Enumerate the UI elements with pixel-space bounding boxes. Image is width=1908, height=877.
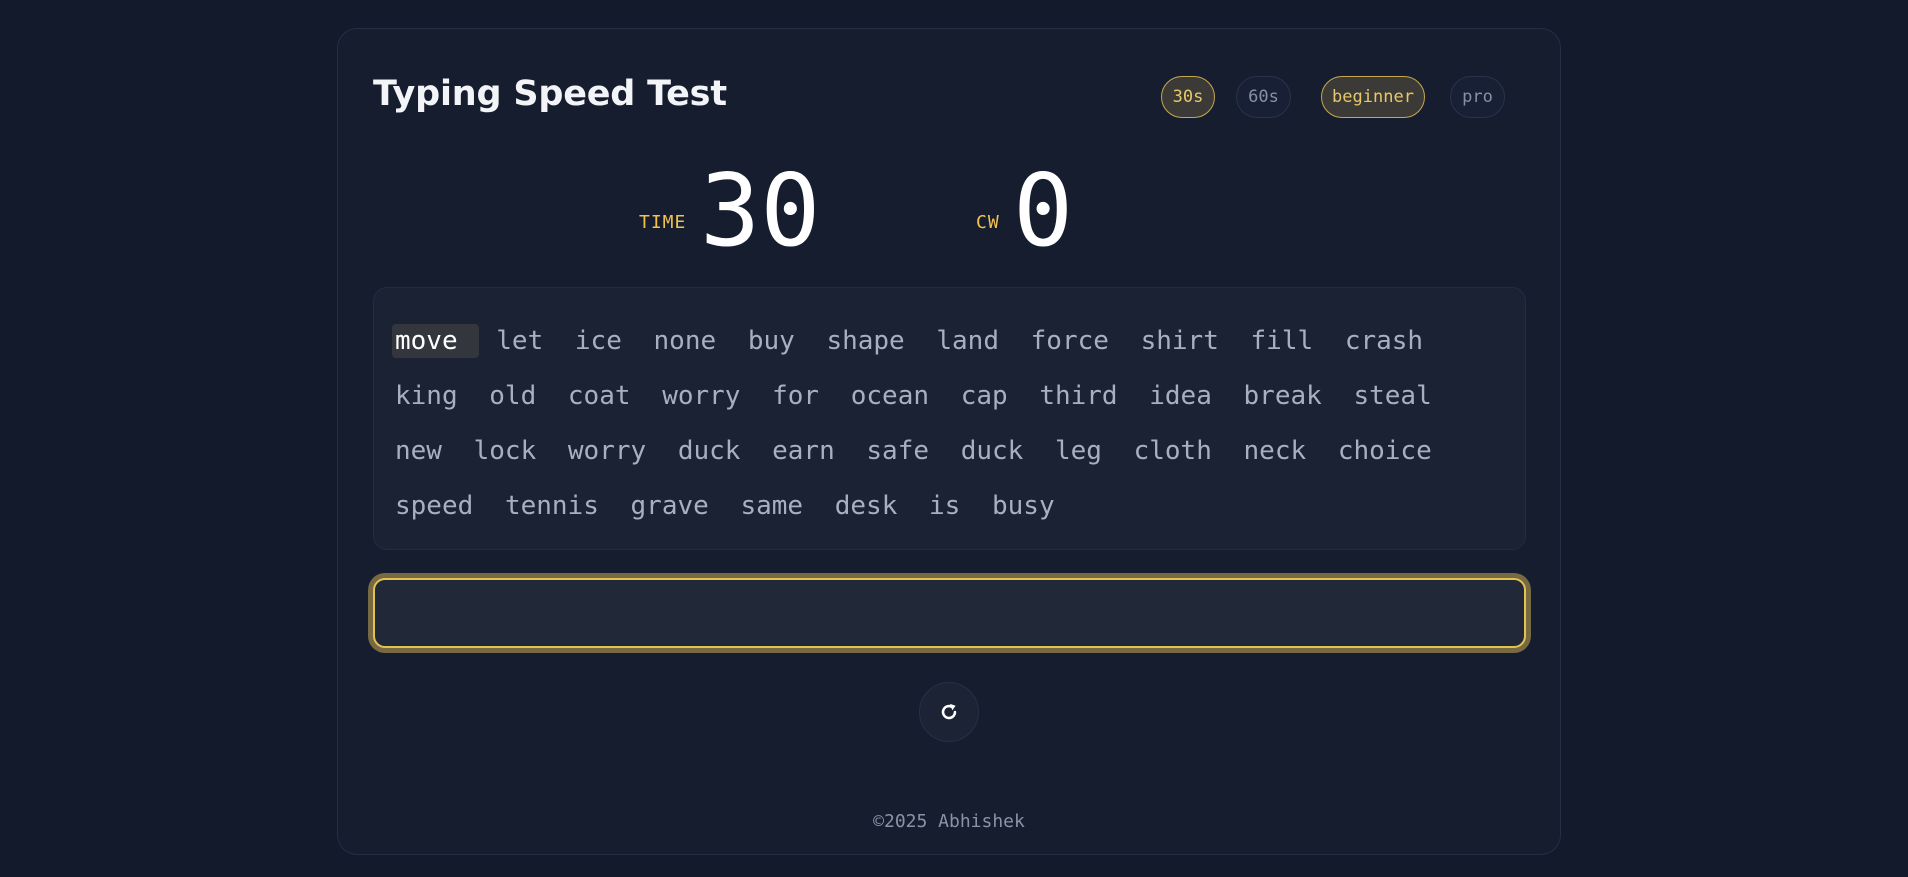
refresh-icon (941, 703, 957, 720)
word: new (395, 436, 442, 466)
time-label: TIME (639, 212, 687, 233)
footer-copyright: ©2025 Abhishek (873, 811, 1025, 832)
word: let (496, 326, 544, 356)
word: leg (1054, 436, 1102, 466)
word: desk (834, 491, 898, 521)
word: buy (747, 326, 795, 356)
duration-30s-button[interactable]: 30s (1161, 76, 1215, 118)
word: ocean (850, 381, 930, 411)
word: third (1039, 381, 1118, 411)
word: is (929, 491, 961, 521)
word: force (1030, 326, 1109, 356)
word: crash (1344, 326, 1424, 356)
word: lock (473, 436, 537, 466)
restart-button[interactable] (919, 682, 979, 742)
word: worry (662, 381, 741, 411)
word: grave (630, 491, 709, 521)
word: worry (567, 436, 647, 466)
word: duck (677, 436, 741, 466)
word: coat (567, 381, 631, 411)
word: choice (1337, 436, 1432, 466)
correct-words-value: 0 (1013, 152, 1074, 269)
correct-words-label: CW (976, 212, 1000, 233)
word: shape (826, 326, 905, 356)
duration-60s-button[interactable]: 60s (1236, 76, 1291, 118)
word: speed (395, 491, 474, 521)
word: neck (1243, 436, 1307, 466)
word: cloth (1133, 436, 1212, 466)
time-value: 30 (700, 152, 821, 269)
word: for (772, 381, 820, 411)
word: idea (1149, 381, 1212, 411)
word: steal (1353, 381, 1432, 411)
word: king (395, 381, 458, 411)
word: ice (574, 326, 622, 356)
typing-input[interactable] (373, 578, 1526, 648)
word: busy (991, 491, 1055, 521)
word: fill (1250, 326, 1314, 356)
difficulty-pro-button[interactable]: pro (1450, 76, 1505, 118)
word: tennis (504, 491, 599, 521)
current-word: move (392, 324, 479, 358)
typing-test-card: Typing Speed Test 30s 60s beginner pro T… (337, 28, 1561, 855)
word: safe (866, 436, 930, 466)
word: same (740, 491, 804, 521)
page-title: Typing Speed Test (373, 74, 727, 114)
difficulty-beginner-button[interactable]: beginner (1321, 76, 1425, 118)
word-display: move let ice none buy shape land force s… (373, 287, 1526, 550)
word: break (1243, 381, 1322, 411)
word: old (489, 381, 537, 411)
word: cap (960, 381, 1008, 411)
word: none (653, 326, 717, 356)
word: land (936, 326, 999, 356)
word: earn (772, 436, 835, 466)
word: duck (960, 436, 1024, 466)
word: shirt (1140, 326, 1219, 356)
